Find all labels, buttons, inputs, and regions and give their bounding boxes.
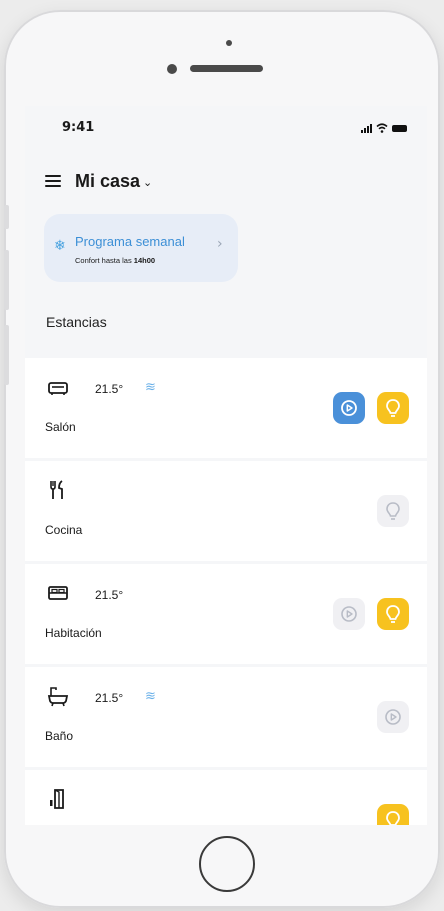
app-header: Mi casa ⌄ bbox=[45, 166, 152, 196]
play-button[interactable] bbox=[333, 392, 365, 424]
light-button[interactable] bbox=[377, 598, 409, 630]
light-button[interactable] bbox=[377, 804, 409, 825]
room-temperature: 21.5° bbox=[95, 691, 124, 705]
room-name: Cocina bbox=[45, 523, 83, 537]
lightbulb-icon bbox=[386, 605, 400, 623]
play-icon bbox=[341, 606, 357, 622]
phone-camera bbox=[226, 40, 232, 46]
phone-side-button bbox=[4, 205, 9, 229]
room-temperature: 21.5° bbox=[95, 382, 124, 396]
hamburger-menu-icon[interactable] bbox=[45, 175, 61, 187]
lightbulb-icon bbox=[386, 502, 400, 520]
room-item-salon[interactable]: 21.5° ≋ Salón bbox=[25, 358, 427, 458]
bed-icon bbox=[48, 586, 68, 600]
chevron-down-icon[interactable]: ⌄ bbox=[143, 176, 152, 189]
schedule-subtitle-prefix: Confort hasta las bbox=[75, 256, 132, 265]
play-icon bbox=[341, 400, 357, 416]
phone-volume-down bbox=[4, 325, 9, 385]
lightbulb-icon bbox=[386, 811, 400, 825]
play-button[interactable] bbox=[377, 701, 409, 733]
status-bar: 9:41 bbox=[25, 106, 427, 146]
room-name: Habitación bbox=[45, 626, 102, 640]
room-name: Salón bbox=[45, 420, 76, 434]
lightbulb-icon bbox=[386, 399, 400, 417]
home-selector-title[interactable]: Mi casa bbox=[75, 171, 140, 192]
app-screen: 9:41 Mi casa ⌄ ❄ Programa semanal › Conf… bbox=[25, 106, 427, 825]
schedule-subtitle-time: 14h00 bbox=[133, 256, 156, 265]
wifi-icon bbox=[376, 123, 388, 133]
cutlery-icon bbox=[50, 480, 63, 499]
phone-speaker bbox=[190, 65, 263, 72]
phone-sensor bbox=[167, 64, 177, 74]
fan-icon: ≋ bbox=[145, 380, 156, 395]
schedule-subtitle: Confort hasta las 14h00 bbox=[75, 256, 155, 265]
door-icon bbox=[50, 789, 64, 809]
room-item-bano[interactable]: 21.5° ≋ Baño bbox=[25, 667, 427, 767]
light-button[interactable] bbox=[377, 392, 409, 424]
battery-icon bbox=[392, 125, 407, 132]
room-item-entrada[interactable] bbox=[25, 770, 427, 825]
room-name: Baño bbox=[45, 729, 74, 743]
room-item-habitacion[interactable]: 21.5° Habitación bbox=[25, 564, 427, 664]
play-icon bbox=[385, 709, 401, 725]
snowflake-icon: ❄ bbox=[54, 238, 66, 254]
room-temperature: 21.5° bbox=[95, 588, 124, 602]
status-icons bbox=[361, 121, 407, 133]
chevron-right-icon: › bbox=[217, 236, 223, 252]
room-item-cocina[interactable]: Cocina bbox=[25, 461, 427, 561]
rooms-section-title: Estancias bbox=[46, 314, 107, 330]
fan-icon: ≋ bbox=[145, 689, 156, 704]
weekly-schedule-card[interactable]: ❄ Programa semanal › Confort hasta las 1… bbox=[44, 214, 238, 282]
bathtub-icon bbox=[47, 687, 69, 707]
schedule-title: Programa semanal bbox=[75, 234, 185, 249]
play-button[interactable] bbox=[333, 598, 365, 630]
status-time: 9:41 bbox=[62, 120, 95, 135]
home-button[interactable] bbox=[199, 836, 255, 892]
phone-volume-up bbox=[4, 250, 9, 310]
signal-icon bbox=[361, 124, 372, 133]
light-button[interactable] bbox=[377, 495, 409, 527]
sofa-icon bbox=[48, 382, 68, 395]
